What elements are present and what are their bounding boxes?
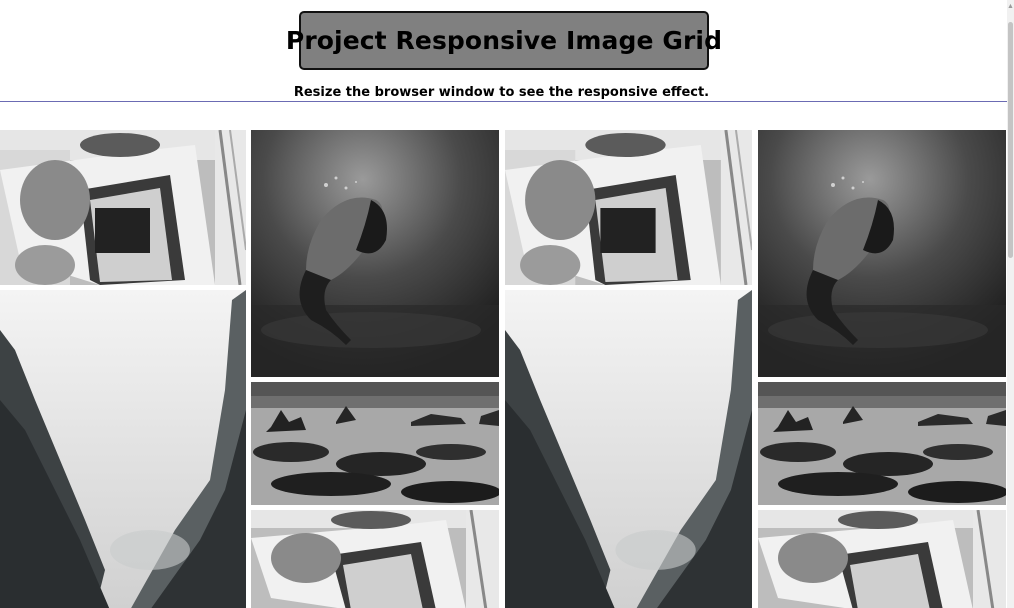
car-photo [505, 130, 752, 285]
car-photo [0, 130, 246, 285]
vertical-scrollbar[interactable]: ▲ [1007, 0, 1014, 608]
underwater-photo [251, 130, 499, 377]
divider [0, 101, 1007, 102]
rocky-shore-photo [251, 382, 499, 505]
car-photo [251, 510, 499, 608]
scrollbar-thumb[interactable] [1008, 22, 1013, 258]
page-title-box: Project Responsive Image Grid [286, 11, 722, 70]
rocky-shore-photo [758, 382, 1006, 505]
underwater-photo [758, 130, 1006, 377]
page-subtitle: Resize the browser window to see the res… [293, 85, 710, 100]
foggy-cliff-photo [0, 290, 246, 608]
car-photo [758, 510, 1006, 608]
scroll-up-arrow-icon[interactable]: ▲ [1007, 0, 1014, 14]
page-title: Project Responsive Image Grid [285, 26, 723, 55]
page: Project Responsive Image Grid Resize the… [0, 0, 1007, 608]
foggy-cliff-photo [505, 290, 752, 608]
